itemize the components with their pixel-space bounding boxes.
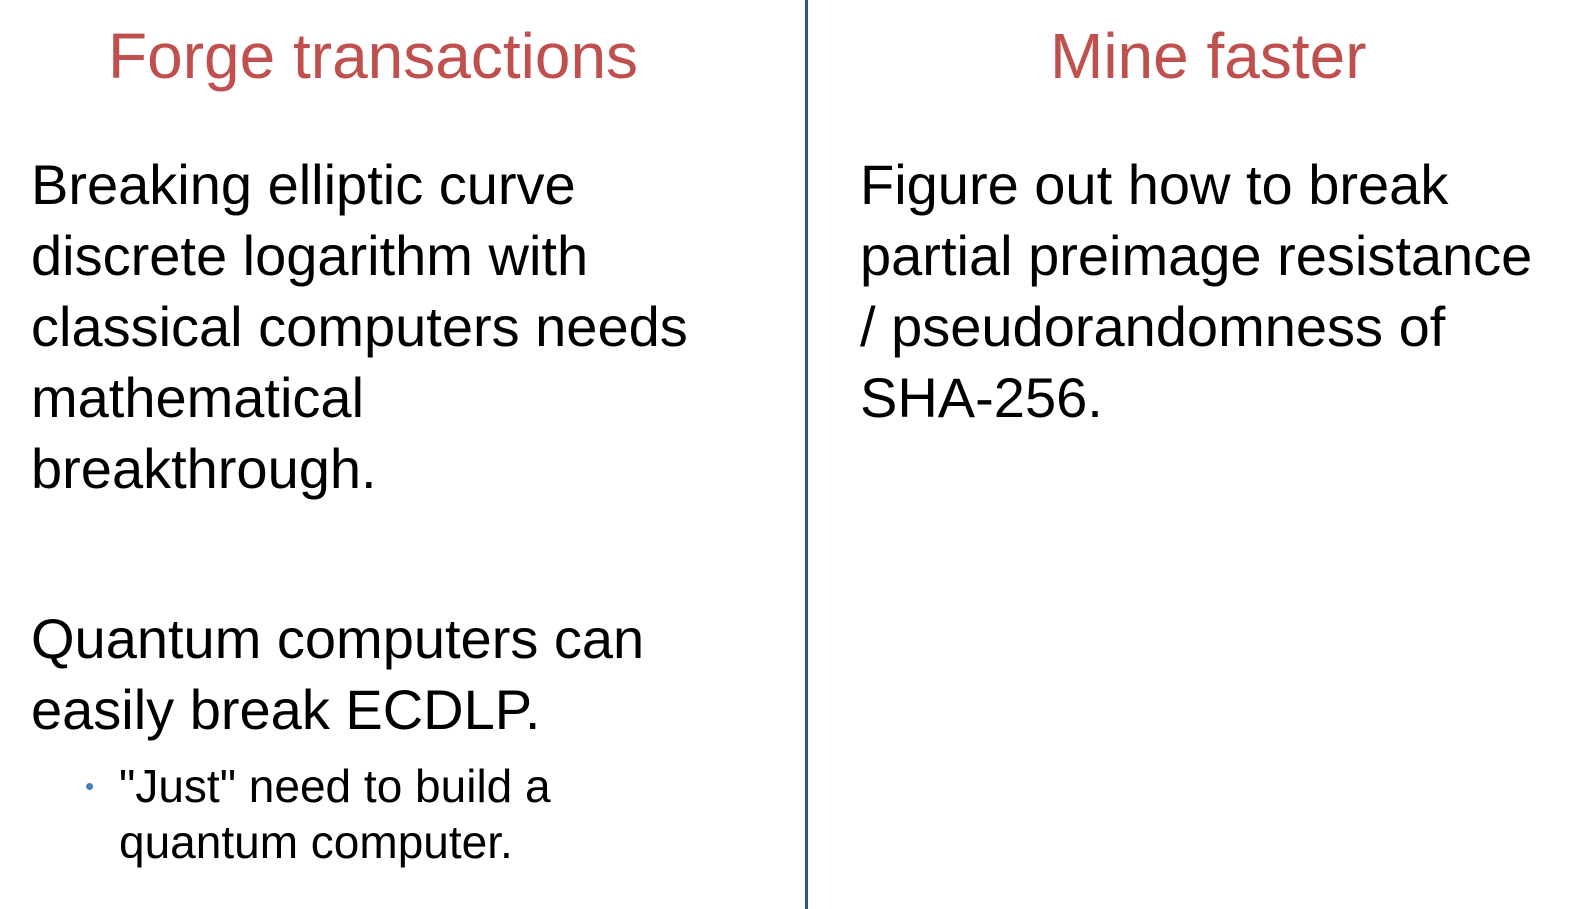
left-bullet-text: "Just" need to build a quantum computer. — [119, 760, 551, 868]
left-paragraph-quantum: Quantum computers can easily break ECDLP… — [31, 607, 645, 741]
left-bullet-item: • "Just" need to build a quantum compute… — [85, 758, 785, 870]
right-column-title: Mine faster — [1050, 20, 1367, 92]
right-paragraph-sha256: Figure out how to break partial preimage… — [860, 153, 1533, 429]
left-column-title: Forge transactions — [108, 20, 639, 92]
left-paragraph-ecdlp-classical: Breaking elliptic curve discrete logarit… — [31, 153, 688, 500]
column-divider — [805, 0, 808, 909]
bullet-dot-icon: • — [85, 771, 95, 801]
